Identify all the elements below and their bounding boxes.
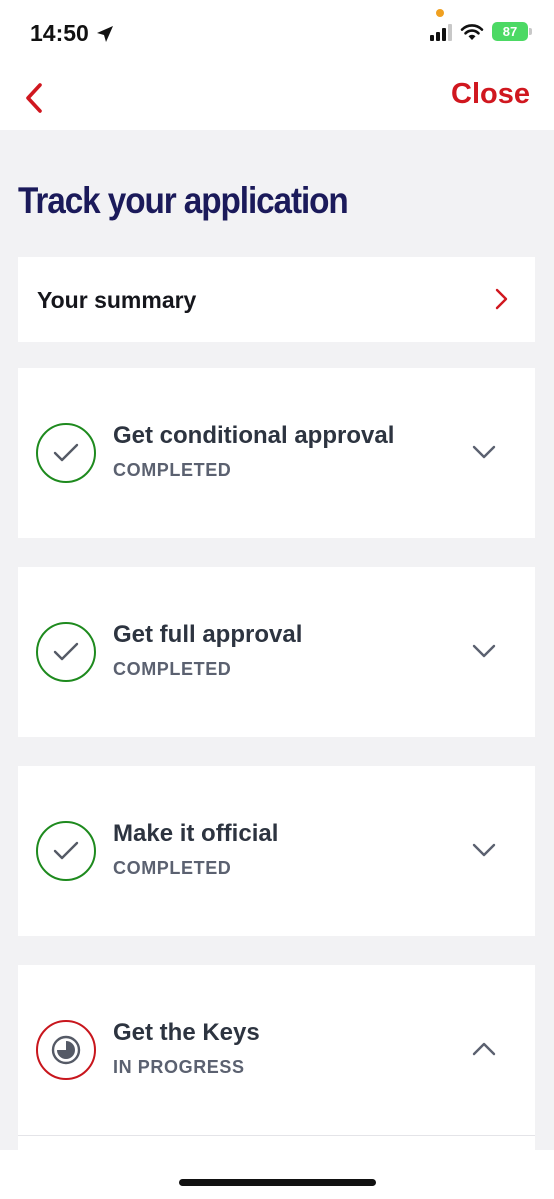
cellular-signal-icon [430, 23, 452, 41]
step-card-full-approval[interactable]: Get full approval COMPLETED [18, 567, 535, 737]
chevron-right-icon [495, 288, 508, 310]
step-status-circle [36, 1020, 96, 1080]
in-progress-icon [51, 1035, 81, 1065]
step-status-label: COMPLETED [113, 460, 232, 480]
page-title: Track your application [18, 180, 349, 221]
checkmark-icon [53, 443, 79, 462]
chevron-left-icon [26, 83, 42, 113]
status-bar: 14:50 87 [0, 0, 554, 70]
home-indicator[interactable] [179, 1179, 376, 1186]
step-title: Get the Keys [113, 1019, 260, 1046]
chevron-down-icon[interactable] [471, 638, 497, 664]
step-status-circle [36, 821, 96, 881]
status-time: 14:50 [30, 20, 89, 46]
step-card-make-it-official[interactable]: Make it official COMPLETED [18, 766, 535, 936]
step-status-label: IN PROGRESS [113, 1057, 245, 1077]
step-status-circle [36, 423, 96, 483]
chevron-down-icon[interactable] [471, 837, 497, 863]
step-title: Get conditional approval [113, 422, 395, 449]
summary-label: Your summary [37, 287, 197, 313]
step-title: Get full approval [113, 621, 303, 648]
chevron-down-icon[interactable] [471, 439, 497, 465]
status-icons: 87 [430, 22, 532, 41]
checkmark-icon [53, 642, 79, 661]
bottom-area [0, 1150, 554, 1199]
summary-row[interactable]: Your summary [18, 257, 535, 342]
status-time-group: 14:50 [30, 20, 115, 47]
step-status-circle [36, 622, 96, 682]
step-card-get-the-keys[interactable]: Get the Keys IN PROGRESS [18, 965, 535, 1150]
location-arrow-icon [96, 25, 113, 42]
chevron-up-icon[interactable] [471, 1036, 497, 1062]
close-button[interactable]: Close [451, 78, 530, 111]
step-title: Make it official [113, 820, 279, 847]
card-divider [18, 1135, 535, 1136]
nav-bar: Close [0, 70, 554, 130]
back-button[interactable] [18, 82, 50, 114]
battery-icon: 87 [492, 22, 532, 41]
privacy-indicator-dot [436, 9, 444, 17]
wifi-icon [460, 23, 484, 40]
step-status-label: COMPLETED [113, 659, 232, 679]
battery-level: 87 [502, 24, 518, 39]
checkmark-icon [53, 841, 79, 860]
step-status-label: COMPLETED [113, 858, 232, 878]
step-card-conditional-approval[interactable]: Get conditional approval COMPLETED [18, 368, 535, 538]
